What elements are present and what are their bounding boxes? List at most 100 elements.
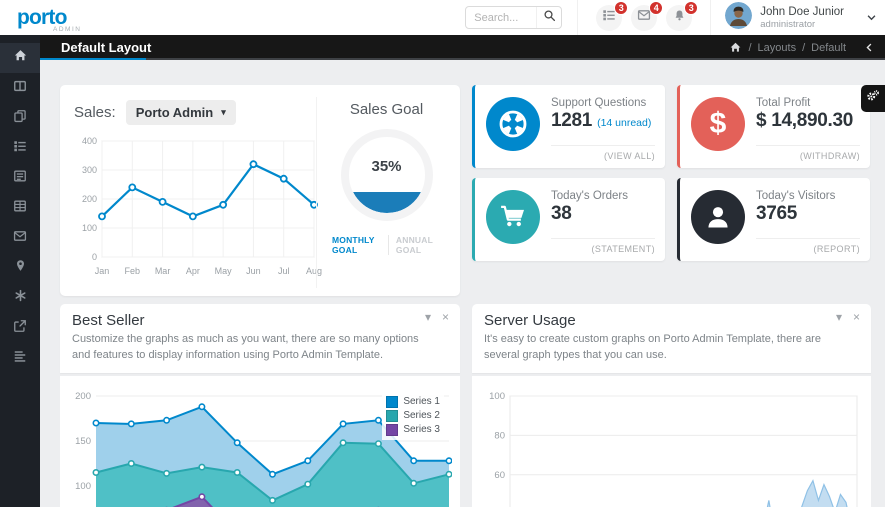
stat-card-extra[interactable]: (14 unread) <box>597 117 651 129</box>
sales-goal-section: Sales Goal 35% MONTHLY GOAL ANNUAL GOAL <box>316 97 448 288</box>
view-all-link[interactable]: (VIEW ALL) <box>551 146 655 161</box>
table-icon <box>13 199 27 218</box>
svg-text:200: 200 <box>75 391 91 402</box>
legend-label: Series 2 <box>403 410 440 421</box>
sidebar-item-menu-levels[interactable] <box>0 343 40 373</box>
monthly-goal-link[interactable]: MONTHLY GOAL <box>325 235 389 255</box>
sales-line-chart: 0100200300400JanFebMarAprMayJunJulAug <box>74 133 312 288</box>
stat-cards: Support Questions 1281 (14 unread) (VIEW… <box>472 85 870 296</box>
legend-item: Series 2 <box>386 410 440 422</box>
external-link-icon <box>13 319 27 338</box>
search-icon <box>543 9 556 27</box>
bottom-row: Best Seller Customize the graphs as much… <box>60 304 872 507</box>
sidebar-item-maps[interactable] <box>0 253 40 283</box>
pages-icon <box>13 109 27 128</box>
stat-card-value: $ 14,890.30 <box>756 110 853 132</box>
tasks-button[interactable]: 3 <box>596 5 622 31</box>
theme-settings-button[interactable] <box>861 85 885 112</box>
svg-text:May: May <box>215 266 233 276</box>
legend-swatch <box>386 410 398 422</box>
svg-text:Feb: Feb <box>125 266 141 276</box>
bell-button[interactable]: 3 <box>666 5 692 31</box>
envelope-icon <box>13 229 27 248</box>
legend-label: Series 3 <box>403 424 440 435</box>
sales-source-select[interactable]: Porto Admin ▾ <box>126 100 236 125</box>
sidebar-item-lists[interactable] <box>0 133 40 163</box>
sales-goal-gauge-inner: 35% <box>349 137 425 213</box>
sales-goal-value: 35% <box>349 143 425 190</box>
notification-badge: 3 <box>684 1 698 15</box>
sidebar-item-extra[interactable] <box>0 313 40 343</box>
search-box[interactable] <box>465 6 562 29</box>
svg-text:Jan: Jan <box>95 266 110 276</box>
collapse-icon[interactable]: ▾ <box>836 310 842 324</box>
svg-text:Apr: Apr <box>186 266 200 276</box>
stat-card-value-row: 38 <box>551 203 655 225</box>
sidebar-item-tables[interactable] <box>0 193 40 223</box>
user-info: John Doe Junior administrator <box>760 6 844 30</box>
sales-chart-section: Sales: Porto Admin ▾ 0100200300400JanFeb… <box>74 97 312 288</box>
svg-text:80: 80 <box>494 430 505 441</box>
sidebar-item-mailbox[interactable] <box>0 223 40 253</box>
stat-card-body: Total Profit $ 14,890.30 (WITHDRAW) <box>756 97 860 161</box>
statement-link[interactable]: (STATEMENT) <box>551 239 655 254</box>
withdraw-link[interactable]: (WITHDRAW) <box>756 146 860 161</box>
svg-text:Jul: Jul <box>278 266 290 276</box>
stat-card-body: Today's Visitors 3765 (REPORT) <box>756 190 860 254</box>
stat-card-support-questions: Support Questions 1281 (14 unread) (VIEW… <box>472 85 665 168</box>
report-link[interactable]: (REPORT) <box>756 239 860 254</box>
best-seller-panel: Best Seller Customize the graphs as much… <box>60 304 460 507</box>
svg-text:200: 200 <box>82 194 97 204</box>
user-name: John Doe Junior <box>760 6 844 18</box>
user-role: administrator <box>760 19 844 30</box>
cart-icon <box>486 190 540 244</box>
sidebar-item-pages[interactable] <box>0 103 40 133</box>
sales-goal-title: Sales Goal <box>350 101 423 118</box>
caret-down-icon: ▾ <box>221 107 226 118</box>
sidebar-item-forms[interactable] <box>0 163 40 193</box>
sidebar-item-home[interactable] <box>0 43 40 73</box>
svg-text:300: 300 <box>82 165 97 175</box>
svg-text:100: 100 <box>82 223 97 233</box>
legend-label: Series 1 <box>403 396 440 407</box>
close-icon[interactable]: × <box>442 310 449 324</box>
stat-card-todays-visitors: Today's Visitors 3765 (REPORT) <box>677 178 870 261</box>
close-icon[interactable]: × <box>853 310 860 324</box>
sales-goal-fill <box>349 192 425 213</box>
sales-label: Sales: <box>74 104 116 121</box>
breadcrumb-separator: / <box>802 42 805 54</box>
breadcrumb-home-icon[interactable] <box>729 41 742 54</box>
envelope-button[interactable]: 4 <box>631 5 657 31</box>
brand-name: porto <box>17 7 137 28</box>
sidebar-item-layouts[interactable] <box>0 73 40 103</box>
search-input[interactable] <box>466 12 536 24</box>
breadcrumb-item-layouts[interactable]: Layouts <box>758 42 797 54</box>
collapse-icon[interactable]: ▾ <box>425 310 431 324</box>
stat-card-value: 38 <box>551 203 572 225</box>
layouts-icon <box>13 79 27 98</box>
best-seller-area-chart: 50100150200Series 1Series 2Series 3 <box>60 376 460 507</box>
form-icon <box>13 169 27 188</box>
asterisk-icon <box>14 289 27 307</box>
chevron-left-icon[interactable] <box>864 42 875 53</box>
titlebar-underline-accent <box>40 58 146 60</box>
avatar <box>725 2 752 34</box>
user-chevron-down-icon[interactable] <box>866 12 877 23</box>
page-title: Default Layout <box>61 40 151 55</box>
panel-header: Server Usage It's easy to create custom … <box>472 304 871 373</box>
breadcrumb-item-default[interactable]: Default <box>811 42 846 54</box>
stat-card-value-row: 1281 (14 unread) <box>551 110 655 132</box>
annual-goal-link[interactable]: ANNUAL GOAL <box>389 235 448 255</box>
user-menu[interactable]: John Doe Junior administrator <box>725 2 844 34</box>
svg-text:Mar: Mar <box>155 266 171 276</box>
search-button[interactable] <box>536 7 561 28</box>
sidebar-item-icons[interactable] <box>0 283 40 313</box>
sales-header: Sales: Porto Admin ▾ <box>74 100 312 125</box>
user-icon <box>691 190 745 244</box>
stat-card-todays-orders: Today's Orders 38 (STATEMENT) <box>472 178 665 261</box>
brand-logo[interactable]: porto ADMIN <box>17 7 137 28</box>
svg-text:Jun: Jun <box>246 266 261 276</box>
sales-select-value: Porto Admin <box>136 105 214 120</box>
server-usage-area-chart: 406080100 <box>472 376 871 507</box>
stat-card-value: 3765 <box>756 203 797 225</box>
